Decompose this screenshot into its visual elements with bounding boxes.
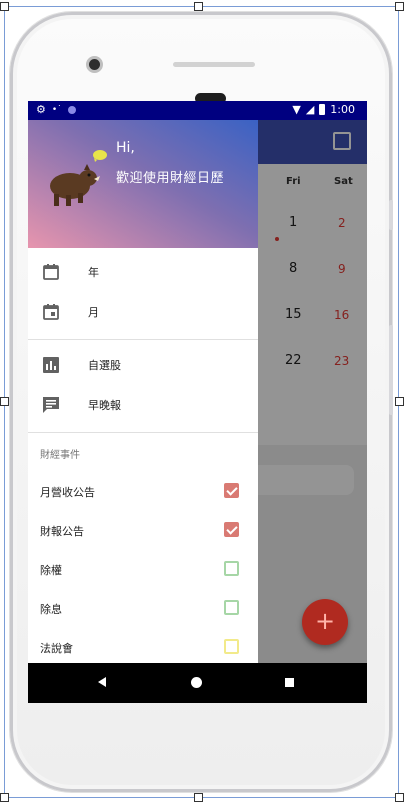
system-nav-bar [28,663,367,703]
event-label: 除權 [40,564,62,577]
resize-handle-bottom-left[interactable] [0,793,9,802]
add-event-button[interactable]: + [302,599,348,645]
circle-icon [67,105,76,114]
battery-icon [319,104,326,115]
boar-mascot-icon [50,150,107,206]
event-label: 除息 [40,603,62,616]
welcome-subtitle: 歡迎使用財經日歷 [116,171,225,186]
bar-chart-icon [43,357,59,373]
menu-label: 月 [88,306,99,319]
resize-handle-bottom-center[interactable] [194,793,203,802]
event-toggle-earnings-report[interactable]: 財報公告 [28,511,258,550]
menu-label: 早晚報 [88,399,121,412]
gear-icon: ⚙ [36,103,46,116]
power-button [389,200,393,230]
front-camera [86,56,103,73]
calendar-year-icon [43,264,59,280]
wifi-icon: ▼ [292,103,301,116]
volume-button [389,325,393,415]
dots-icon: •˙ [51,104,62,115]
resize-handle-middle-right[interactable] [395,397,404,406]
drawer-header: Hi, 歡迎使用財經日歷 [28,120,258,248]
signal-icon: ◢ [305,103,315,116]
recents-icon[interactable] [285,678,294,687]
resize-handle-top-right[interactable] [395,2,404,11]
resize-handle-top-center[interactable] [194,2,203,11]
event-checkbox[interactable] [224,600,239,615]
status-bar: ⚙ •˙ ▼ ◢ 1:00 [28,101,367,120]
menu-item-daily-report[interactable]: 早晚報 [28,385,258,425]
section-title-financial-events: 財經事件 [40,450,80,461]
event-checkbox[interactable] [224,639,239,654]
event-checkbox[interactable] [224,522,239,537]
calendar-month-icon [43,304,59,320]
home-icon[interactable] [191,677,202,688]
event-label: 月營收公告 [40,486,95,499]
event-toggle-monthly-revenue[interactable]: 月營收公告 [28,472,258,511]
back-icon[interactable] [98,677,106,687]
divider [28,432,258,433]
divider [28,339,258,340]
navigation-drawer: Hi, 歡迎使用財經日歷 年 月 自選股 早晚報 財經事件 月營收公告 財報公告… [28,120,258,663]
menu-item-year[interactable]: 年 [28,252,258,292]
status-time: 1:00 [330,103,355,116]
menu-label: 年 [88,266,99,279]
menu-item-month[interactable]: 月 [28,292,258,332]
event-toggle-investor-conference[interactable]: 法說會 [28,628,258,663]
menu-label: 自選股 [88,359,121,372]
resize-handle-top-left[interactable] [0,2,9,11]
phone-screen: ⚙ •˙ ▼ ◢ 1:00 Fri Sat 1 2 8 9 15 16 22 2… [28,101,367,703]
menu-item-watchlist[interactable]: 自選股 [28,345,258,385]
resize-handle-bottom-right[interactable] [395,793,404,802]
event-checkbox[interactable] [224,561,239,576]
message-icon [43,397,59,413]
greeting-text: Hi, [116,140,135,156]
resize-handle-middle-left[interactable] [0,397,9,406]
event-toggle-ex-dividend[interactable]: 除息 [28,589,258,628]
event-checkbox[interactable] [224,483,239,498]
event-label: 財報公告 [40,525,84,538]
speaker-grill [173,62,255,67]
event-toggle-ex-rights[interactable]: 除權 [28,550,258,589]
event-label: 法說會 [40,642,73,655]
